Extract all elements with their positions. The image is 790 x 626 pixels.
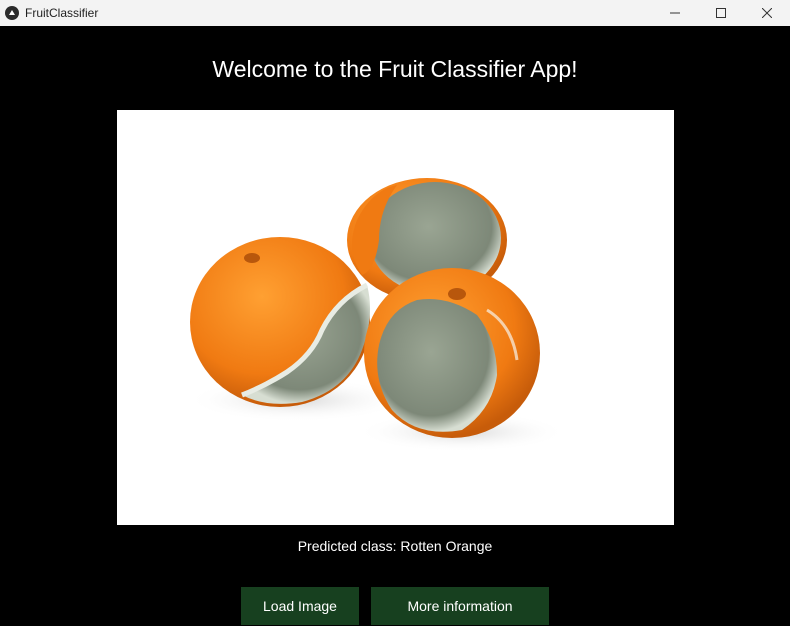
app-icon <box>5 6 19 20</box>
window-controls <box>652 0 790 26</box>
prediction-label: Predicted class: Rotten Orange <box>297 538 493 554</box>
left-orange <box>190 237 371 407</box>
maximize-icon <box>716 8 726 18</box>
right-orange <box>364 268 540 438</box>
minimize-icon <box>670 12 680 14</box>
maximize-button[interactable] <box>698 0 744 26</box>
load-image-button[interactable]: Load Image <box>241 587 359 625</box>
close-button[interactable] <box>744 0 790 26</box>
window-titlebar[interactable]: FruitClassifier <box>0 0 790 26</box>
window-title: FruitClassifier <box>25 6 99 20</box>
close-icon <box>762 8 772 18</box>
page-title: Welcome to the Fruit Classifier App! <box>212 56 578 82</box>
more-information-button[interactable]: More information <box>371 587 549 625</box>
app-content: Welcome to the Fruit Classifier App! Pre… <box>0 26 790 626</box>
oranges-photo <box>117 110 674 525</box>
minimize-button[interactable] <box>652 0 698 26</box>
fruit-image <box>117 110 674 525</box>
